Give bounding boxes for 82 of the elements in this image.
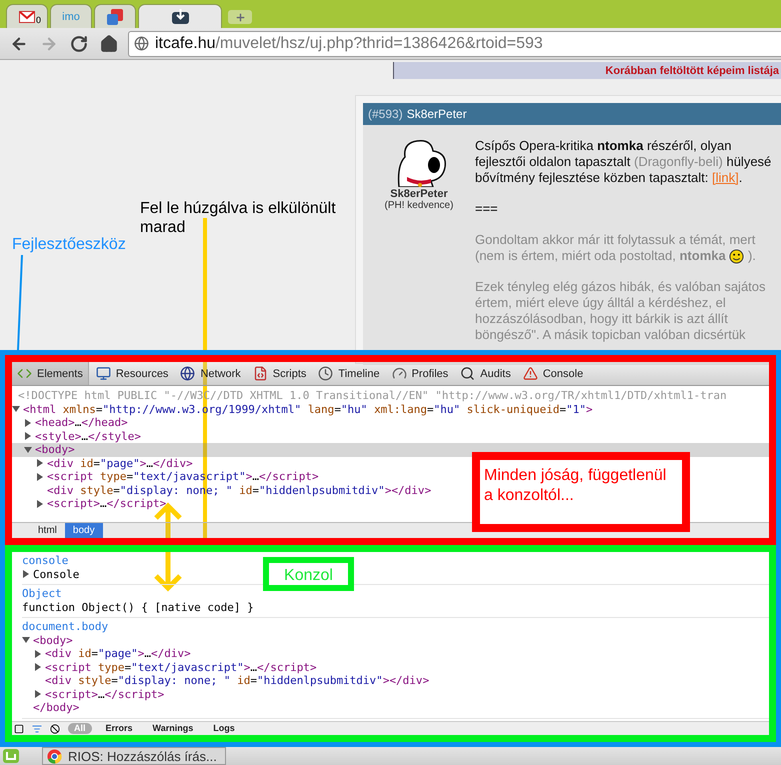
uploaded-images-link[interactable]: Korábban feltöltött képeim listája: [393, 62, 781, 79]
globe-icon: [134, 36, 149, 51]
post-author: Sk8erPeter: [406, 107, 467, 121]
monitor-icon: [96, 366, 111, 381]
search-icon: [460, 366, 476, 381]
post-paragraph: Ezek tényleg elég gázos hibák, és valóban sajátos értem, miért eleve úgy álltál a kérdéshez, el hozzászólásodban, hogy itt bárkik is azt állít böngésző". A másik topicban valóban dicsértük: [475, 279, 767, 343]
console-output: <div id="page">…</div>: [45, 647, 191, 660]
console-command: Object: [22, 587, 63, 600]
mail-icon: [19, 10, 35, 22]
forward-icon: [40, 34, 58, 52]
avatar-name: Sk8erPeter: [390, 188, 448, 200]
annotation-label: Fel le húzgálva is elkülönült marad: [140, 199, 337, 237]
expand-arrow-icon[interactable]: [34, 650, 42, 658]
console-output: <script type="text/javascript">…</script>: [45, 660, 317, 674]
expand-arrow-icon[interactable]: [34, 663, 42, 672]
expand-arrow-icon[interactable]: [22, 570, 30, 578]
breadcrumb[interactable]: body: [64, 523, 103, 538]
gauge-icon: [392, 366, 407, 381]
devtools-tab[interactable]: Elements: [12, 362, 89, 385]
breadcrumb[interactable]: html: [30, 523, 65, 538]
code-file-icon: [252, 366, 268, 381]
console-command: document.body: [22, 620, 110, 634]
dom-node-row[interactable]: <style>…</style>: [12, 430, 141, 443]
devtools-tab[interactable]: Console: [518, 362, 588, 385]
annotation-note: Konzol: [263, 557, 354, 591]
clock-icon: [318, 366, 334, 381]
console-output: <div style="display: none; " id="hiddenlpsubmitdiv"></div>: [45, 674, 430, 688]
console-output: <script>…</script>: [45, 688, 164, 701]
expand-arrow-icon[interactable]: [36, 472, 44, 481]
home-icon: [100, 34, 118, 52]
post-paragraph: ===: [475, 201, 499, 217]
console-output: </body>: [33, 701, 80, 714]
dom-node-row[interactable]: <head>…</head>: [12, 416, 128, 430]
annotation-note: Minden jóság, függetlenül a konzoltól...: [472, 452, 690, 532]
collapse-arrow-icon[interactable]: [12, 405, 20, 414]
browser-tab[interactable]: 0: [6, 4, 48, 28]
taskbar-window-button[interactable]: RIOS: Hozzászólás írás...: [42, 747, 226, 765]
home-button[interactable]: [98, 32, 120, 54]
code-icon: [17, 366, 32, 381]
expand-arrow-icon[interactable]: [24, 418, 32, 427]
reload-icon: [70, 34, 88, 52]
post-paragraph: Csípős Opera-kritika ntomka részéről, olyan fejlesztői oldalon tapasztalt (Dragonfly-beli) hülyesé bővítmény fejlesztése közben tapasztalt: [link].: [475, 138, 772, 186]
browser-icon: [47, 748, 62, 764]
download-tray-icon: [172, 9, 188, 24]
back-icon: [10, 34, 28, 52]
collapse-arrow-icon[interactable]: [22, 636, 30, 644]
filter-button[interactable]: Errors: [100, 723, 139, 734]
filter-button[interactable]: Logs: [207, 723, 241, 734]
list-icon[interactable]: [32, 724, 42, 734]
console-output: function Object() { [native code] }: [22, 600, 254, 614]
dom-node-row[interactable]: <body>: [12, 443, 769, 456]
globe-icon: [180, 366, 196, 381]
expand-arrow-icon[interactable]: [34, 690, 42, 698]
devtools-tab[interactable]: Resources: [90, 362, 174, 385]
console-output: <body>: [33, 634, 73, 647]
dom-node-row[interactable]: <script>…</script>: [12, 497, 166, 510]
devtools-tab[interactable]: Scripts: [248, 362, 312, 385]
browser-tab[interactable]: [138, 4, 222, 28]
unread-count: 0: [35, 16, 42, 25]
dom-node-row[interactable]: <div id="page">…</div>: [12, 456, 193, 470]
tab-label: imo: [62, 10, 80, 22]
devtools-tab[interactable]: Profiles: [386, 362, 454, 385]
smiley-icon: [729, 248, 744, 264]
expand-arrow-icon[interactable]: [24, 432, 32, 440]
console-command: console: [22, 554, 70, 568]
plus-icon: [234, 12, 246, 22]
filter-button[interactable]: Warnings: [146, 723, 200, 734]
clear-icon[interactable]: [50, 724, 60, 734]
warning-icon: [522, 366, 538, 381]
collapse-arrow-icon[interactable]: [24, 446, 32, 454]
new-tab-button[interactable]: [228, 10, 252, 24]
devtools-tab[interactable]: Audits: [455, 362, 516, 385]
post-number: (#593): [368, 107, 403, 121]
address-bar[interactable]: itcafe.hu/muvelet/hsz/uj.php?thrid=1386426&rtoid=593: [128, 30, 781, 56]
dock-icon[interactable]: [14, 724, 24, 734]
annotation-label: Fejlesztőeszköz: [12, 236, 126, 254]
expand-arrow-icon[interactable]: [36, 500, 44, 508]
avatar-title: (PH! kedvence): [384, 200, 454, 211]
expand-arrow-icon[interactable]: [36, 459, 44, 468]
post-paragraph: Gondoltam akkor már itt folytassuk a témát, mert (nem is értem, miért oda postoltad, ntomka ).: [475, 232, 757, 264]
console-output: Console: [33, 568, 80, 581]
devtools-tab[interactable]: Timeline: [313, 362, 385, 385]
